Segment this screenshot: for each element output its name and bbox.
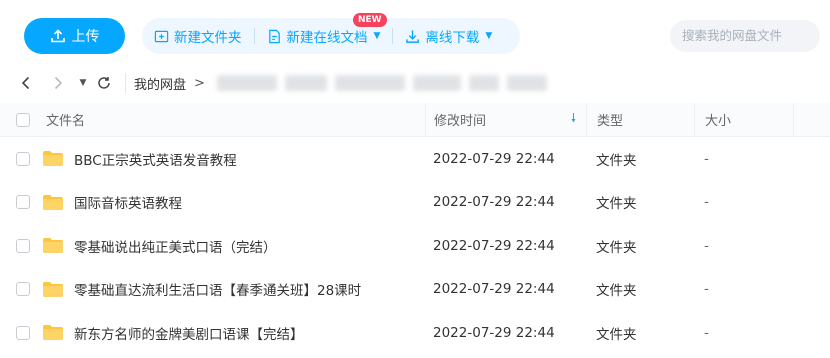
upload-icon (50, 29, 65, 43)
new-folder-label: 新建文件夹 (174, 30, 242, 46)
refresh-icon (98, 77, 110, 89)
toolbar-divider (392, 28, 394, 44)
search-input[interactable]: 搜索我的网盘文件 (670, 20, 820, 52)
new-badge: NEW (353, 13, 387, 27)
row-checkbox[interactable] (16, 282, 30, 297)
file-size: - (704, 150, 709, 167)
file-name[interactable]: 国际音标英语教程 (74, 192, 182, 212)
row-checkbox[interactable] (16, 195, 30, 210)
table-row[interactable]: 国际音标英语教程 2022-07-29 22:44 文件夹 - (0, 181, 830, 225)
folder-icon (43, 151, 63, 167)
file-modified: 2022-07-29 22:44 (433, 324, 555, 341)
column-header-name[interactable]: 文件名 (46, 110, 425, 129)
new-folder-button[interactable]: 新建文件夹 (154, 18, 242, 54)
table-header: 文件名 修改时间 🠗 类型 大小 (0, 103, 830, 137)
file-size: - (704, 324, 709, 341)
file-type: 文件夹 (596, 196, 637, 213)
file-modified: 2022-07-29 22:44 (433, 281, 555, 298)
file-name[interactable]: 新东方名师的金牌美剧口语课【完结】 (74, 323, 304, 343)
nav-bar: ▼ 我的网盘 > (0, 66, 830, 100)
row-checkbox[interactable] (16, 325, 30, 340)
back-button[interactable] (13, 70, 39, 96)
column-header-size[interactable]: 大小 (694, 103, 794, 136)
breadcrumb-home[interactable]: 我的网盘 (134, 74, 186, 93)
file-size: - (704, 194, 709, 211)
refresh-button[interactable] (91, 70, 117, 96)
toolbar-divider (253, 28, 255, 44)
online-doc-icon (268, 29, 280, 43)
history-dropdown-icon[interactable]: ▼ (75, 70, 91, 96)
file-modified: 2022-07-29 22:44 (433, 150, 555, 167)
folder-icon (43, 238, 63, 254)
folder-icon (43, 194, 63, 210)
toolbar: 上传 新建文件夹 新建在线文档 ▼ 离线下载 ▼ NEW 搜索我的网盘文件 (0, 0, 830, 70)
breadcrumb-separator: > (194, 75, 205, 91)
upload-button[interactable]: 上传 (24, 18, 125, 54)
file-type: 文件夹 (596, 326, 637, 343)
table-body: BBC正宗英式英语发音教程 2022-07-29 22:44 文件夹 - 国际音… (0, 137, 830, 355)
breadcrumb: 我的网盘 > (134, 74, 547, 93)
column-header-type[interactable]: 类型 (586, 103, 694, 136)
download-icon (406, 29, 420, 43)
file-size: - (704, 281, 709, 298)
table-row[interactable]: 零基础直达流利生活口语【春季通关班】28课时 2022-07-29 22:44 … (0, 268, 830, 312)
new-folder-icon (154, 30, 169, 42)
file-modified: 2022-07-29 22:44 (433, 237, 555, 254)
table-row[interactable]: BBC正宗英式英语发音教程 2022-07-29 22:44 文件夹 - (0, 137, 830, 181)
table-row[interactable]: 零基础说出纯正美式口语（完结） 2022-07-29 22:44 文件夹 - (0, 224, 830, 268)
file-name[interactable]: 零基础说出纯正美式口语（完结） (74, 236, 277, 256)
chevron-down-icon: ▼ (373, 31, 381, 41)
offline-download-label: 离线下载 (425, 30, 480, 46)
folder-icon (43, 281, 63, 297)
column-header-modified[interactable]: 修改时间 🠗 (425, 103, 586, 136)
folder-icon (43, 325, 63, 341)
chevron-left-icon (21, 76, 30, 90)
forward-button[interactable] (45, 70, 71, 96)
chevron-down-icon: ▼ (485, 31, 493, 41)
nav-divider (125, 73, 126, 93)
file-type: 文件夹 (596, 283, 637, 300)
row-checkbox[interactable] (16, 238, 30, 253)
upload-label: 上传 (71, 29, 100, 45)
row-checkbox[interactable] (16, 151, 30, 166)
breadcrumb-path-redacted (216, 75, 547, 91)
file-type: 文件夹 (596, 239, 637, 256)
table-row[interactable]: 新东方名师的金牌美剧口语课【完结】 2022-07-29 22:44 文件夹 - (0, 311, 830, 355)
new-online-doc-label: 新建在线文档 (286, 30, 368, 46)
sort-down-icon: 🠗 (570, 111, 576, 125)
file-type: 文件夹 (596, 152, 637, 169)
offline-download-button[interactable]: 离线下载 ▼ (405, 18, 492, 54)
column-header-modified-label: 修改时间 (434, 114, 487, 129)
file-name[interactable]: 零基础直达流利生活口语【春季通关班】28课时 (74, 279, 361, 299)
file-size: - (704, 237, 709, 254)
file-table: 文件名 修改时间 🠗 类型 大小 BBC正宗英式英语发音教程 2022-07-2… (0, 103, 830, 355)
action-group: 新建文件夹 新建在线文档 ▼ 离线下载 ▼ (142, 18, 520, 54)
chevron-right-icon (54, 76, 63, 90)
file-modified: 2022-07-29 22:44 (433, 194, 555, 211)
select-all-checkbox[interactable] (16, 112, 30, 127)
file-name[interactable]: BBC正宗英式英语发音教程 (74, 149, 237, 169)
